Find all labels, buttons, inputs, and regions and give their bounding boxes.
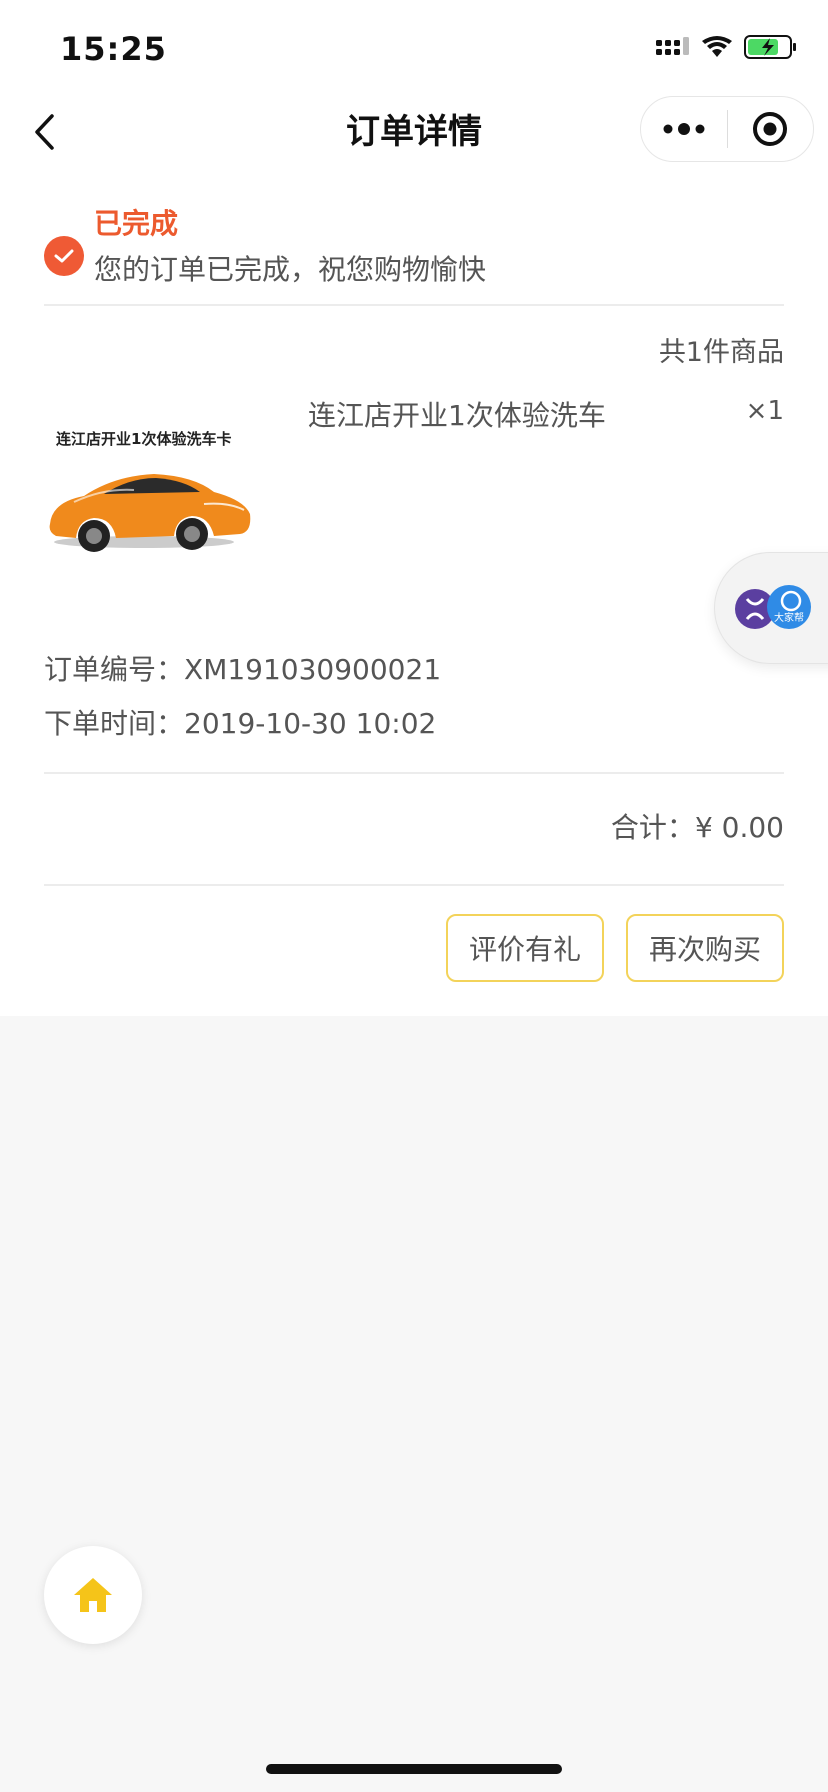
close-miniprogram-button[interactable] <box>728 97 814 161</box>
home-button[interactable] <box>44 1546 142 1644</box>
order-total: 合计：¥ 0.00 <box>611 806 784 846</box>
status-title: 已完成 <box>94 207 179 240</box>
status-time: 15:25 <box>60 30 167 68</box>
status-description: 您的订单已完成，祝您购物愉快 <box>94 253 487 286</box>
check-icon <box>44 236 84 276</box>
review-button[interactable]: 评价有礼 <box>446 914 604 982</box>
order-detail-page: 15:25 订单详情 已完成 您的订单已完成，祝您购物愉快 共1件商品 连江店开… <box>0 0 828 1792</box>
total-value: ¥ 0.00 <box>694 811 784 844</box>
target-icon <box>753 112 788 146</box>
order-number-value: XM191030900021 <box>184 653 442 686</box>
floating-service-widget[interactable]: 大家帮 <box>714 552 828 664</box>
product-image[interactable]: 连江店开业1次体验洗车卡 <box>44 392 258 552</box>
item-count: 共1件商品 <box>658 337 784 368</box>
rebuy-button[interactable]: 再次购买 <box>626 914 784 982</box>
wifi-icon <box>702 36 732 57</box>
total-label: 合计： <box>610 811 695 844</box>
more-dots-icon <box>663 123 705 135</box>
home-icon <box>74 1578 112 1612</box>
miniprogram-capsule <box>640 96 814 162</box>
widget-badge-text: 大家帮 <box>774 611 804 624</box>
order-number-label: 订单编号： <box>44 653 185 686</box>
battery-icon <box>744 35 796 59</box>
more-button[interactable] <box>641 97 727 161</box>
divider <box>44 304 784 306</box>
divider <box>44 884 784 886</box>
divider <box>44 772 784 774</box>
order-time-label: 下单时间： <box>44 707 185 740</box>
status-bar: 15:25 <box>0 0 828 90</box>
order-time: 下单时间：2019-10-30 10:02 <box>44 702 436 742</box>
home-indicator <box>266 1764 562 1774</box>
status-icons <box>656 34 798 60</box>
product-quantity: ×1 <box>745 396 784 426</box>
product-image-caption: 连江店开业1次体验洗车卡 <box>56 430 231 448</box>
nav-bar: 订单详情 <box>0 90 828 170</box>
order-card: 已完成 您的订单已完成，祝您购物愉快 共1件商品 连江店开业1次体验洗车卡 连江… <box>0 170 828 1016</box>
order-status: 已完成 您的订单已完成，祝您购物愉快 <box>44 192 784 286</box>
product-name[interactable]: 连江店开业1次体验洗车 <box>308 394 606 434</box>
signal-icon <box>656 37 689 55</box>
order-time-value: 2019-10-30 10:02 <box>184 707 437 740</box>
order-number: 订单编号：XM191030900021 <box>44 648 441 688</box>
